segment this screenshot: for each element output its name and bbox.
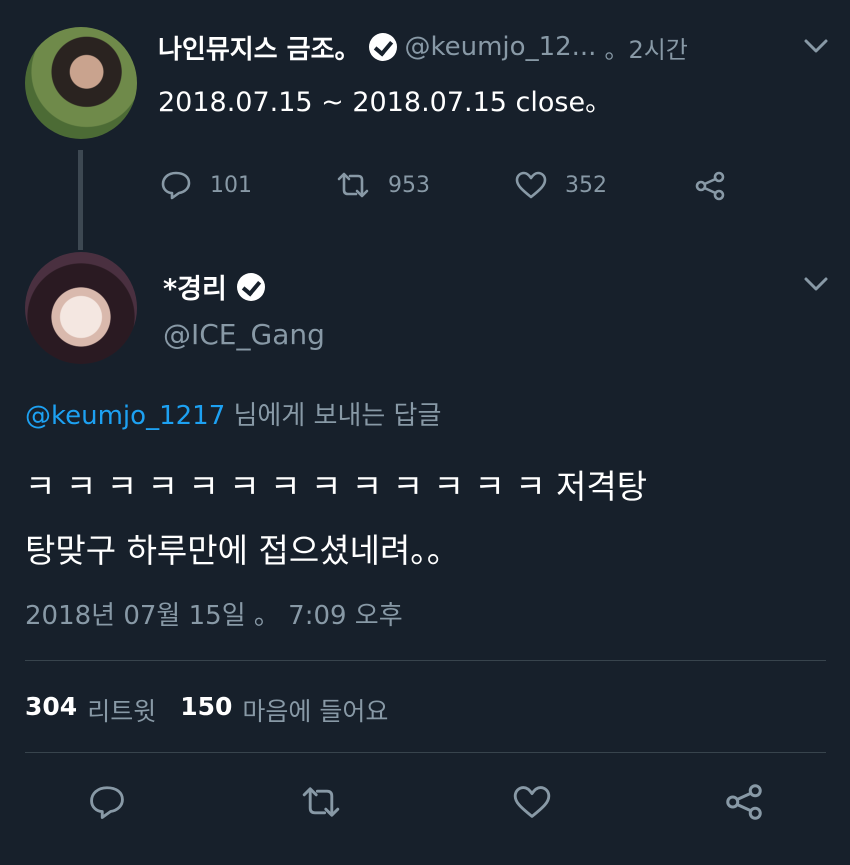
reply-handle[interactable]: @ICE_Gang	[163, 318, 325, 351]
parent-tweet-text: 2018.07.15 ~ 2018.07.15 close。	[158, 87, 613, 118]
reply-to-suffix: 님에게 보내는 답글	[233, 401, 442, 431]
parent-retweet-action[interactable]: 953	[336, 170, 430, 200]
like-stat[interactable]: 150 마음에 들어요	[180, 692, 388, 728]
parent-share-icon[interactable]	[694, 170, 726, 202]
retweet-button-retweet-icon[interactable]	[300, 784, 342, 820]
reply-timestamp[interactable]: 2018년 07월 15일 。 7:09 오후	[25, 595, 403, 632]
reply-to-handle-link[interactable]: @keumjo_1217	[25, 401, 225, 431]
heart-icon	[515, 170, 547, 200]
parent-avatar[interactable]	[25, 27, 137, 139]
parent-display-name[interactable]: 나인뮤지스 금조。	[158, 29, 361, 66]
thread-line	[78, 150, 83, 250]
reply-text-line-2: 탕맞구 하루만에 접으셨네려。。	[25, 531, 460, 570]
reply-avatar[interactable]	[25, 252, 137, 364]
replying-to: @keumjo_1217 님에게 보내는 답글	[25, 395, 441, 432]
parent-retweet-count: 953	[388, 172, 430, 198]
reply-button-reply-icon[interactable]	[88, 784, 126, 820]
retweet-count: 304	[25, 692, 78, 721]
verified-badge-icon	[368, 33, 397, 61]
retweet-icon	[336, 170, 370, 200]
reply-author: *경리	[163, 267, 265, 306]
retweet-label: 리트윗	[87, 697, 157, 726]
parent-like-count: 352	[565, 172, 607, 198]
parent-time[interactable]: 。2시간	[604, 30, 687, 65]
like-button-heart-icon[interactable]	[512, 784, 552, 820]
divider-top	[25, 660, 826, 661]
like-label: 마음에 들어요	[242, 697, 389, 726]
divider-bottom	[25, 752, 826, 753]
reply-stats: 304 리트윗 150 마음에 들어요	[25, 692, 388, 728]
parent-handle[interactable]: @keumjo_12...	[405, 32, 597, 62]
retweet-stat[interactable]: 304 리트윗	[25, 692, 156, 728]
share-button-share-icon[interactable]	[724, 782, 764, 822]
parent-reply-count: 101	[210, 172, 252, 198]
reply-text-line-1: ㅋ ㅋ ㅋ ㅋ ㅋ ㅋ ㅋ ㅋ ㅋ ㅋ ㅋ ㅋ ㅋ 저격탕	[25, 467, 648, 506]
like-count: 150	[180, 692, 233, 721]
parent-header: 나인뮤지스 금조。 @keumjo_12... 。2시간	[158, 28, 688, 66]
verified-badge-icon	[236, 272, 265, 301]
reply-icon	[160, 170, 192, 200]
parent-more-chevron-down-icon[interactable]	[803, 37, 829, 55]
parent-reply-action[interactable]: 101	[160, 170, 252, 200]
reply-display-name[interactable]: *경리	[163, 267, 227, 306]
reply-more-chevron-down-icon[interactable]	[803, 275, 829, 293]
parent-like-action[interactable]: 352	[515, 170, 607, 200]
reply-tweet-text: ㅋ ㅋ ㅋ ㅋ ㅋ ㅋ ㅋ ㅋ ㅋ ㅋ ㅋ ㅋ ㅋ 저격탕 탕맞구 하루만에 접…	[25, 455, 647, 583]
